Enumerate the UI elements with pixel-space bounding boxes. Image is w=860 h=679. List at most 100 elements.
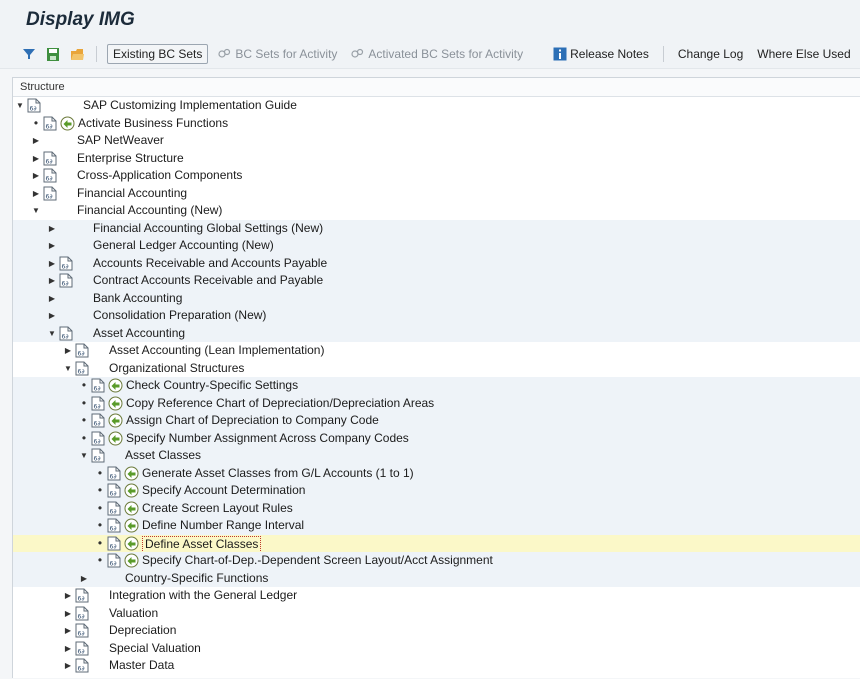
expand-arrow-icon[interactable]: ▶ [63, 657, 73, 675]
tree-row[interactable]: • 6∂ Specify Chart-of-Dep.-Dependent Scree… [13, 552, 860, 570]
activated-bc-sets-button[interactable]: Activated BC Sets for Activity [347, 47, 527, 61]
save-variant-icon[interactable] [44, 45, 62, 63]
tree-node-label[interactable]: Enterprise Structure [77, 150, 184, 168]
documentation-icon[interactable]: 6∂ [107, 553, 121, 568]
tree-row[interactable]: ▼ 6∂ Organizational Structures [13, 359, 860, 378]
expand-arrow-icon[interactable]: ▶ [79, 570, 89, 588]
documentation-icon[interactable]: 6∂ [91, 413, 105, 428]
tree-node-label[interactable]: Specify Number Assignment Across Company… [126, 430, 409, 448]
tree-node-label[interactable]: Financial Accounting Global Settings (Ne… [93, 220, 323, 238]
documentation-icon[interactable]: 6∂ [43, 116, 57, 131]
tree-row[interactable]: ▼ 6∂ Asset Classes [13, 447, 860, 465]
tree-row[interactable]: ▶ SAP NetWeaver [13, 132, 860, 150]
documentation-icon[interactable]: 6∂ [91, 431, 105, 446]
execute-activity-icon[interactable] [124, 501, 139, 516]
expand-arrow-icon[interactable]: ▶ [47, 255, 57, 273]
documentation-icon[interactable]: 6∂ [75, 606, 89, 621]
documentation-icon[interactable]: 6∂ [75, 623, 89, 638]
documentation-icon[interactable]: 6∂ [107, 501, 121, 516]
execute-activity-icon[interactable] [124, 518, 139, 533]
tree-node-label[interactable]: Cross-Application Components [77, 167, 242, 185]
tree-node-label[interactable]: Financial Accounting [77, 185, 187, 203]
tree-node-label[interactable]: SAP NetWeaver [77, 132, 164, 150]
execute-activity-icon[interactable] [60, 116, 75, 131]
expand-arrow-icon[interactable]: ▶ [31, 185, 41, 203]
tree-node-label[interactable]: Define Asset Classes [142, 535, 262, 553]
documentation-icon[interactable]: 6∂ [91, 448, 105, 463]
tree-row[interactable]: ▼ Financial Accounting (New) [13, 202, 860, 220]
expand-arrow-icon[interactable]: ▶ [63, 622, 73, 640]
collapse-arrow-icon[interactable]: ▼ [63, 360, 73, 378]
documentation-icon[interactable]: 6∂ [75, 361, 89, 376]
release-notes-button[interactable]: Release Notes [549, 47, 653, 61]
tree-row[interactable]: ▶ 6∂ Accounts Receivable and Accounts Paya… [13, 254, 860, 273]
tree-node-label[interactable]: Depreciation [109, 622, 176, 640]
tree-row[interactable]: ▶ 6∂ Integration with the General Ledger [13, 587, 860, 605]
tree-row[interactable]: ▶ General Ledger Accounting (New) [13, 237, 860, 255]
tree-row[interactable]: • 6∂ Check Country-Specific Settings [13, 377, 860, 395]
tree-node-label[interactable]: Organizational Structures [109, 360, 244, 378]
tree-node-label[interactable]: Special Valuation [109, 640, 201, 658]
tree-row[interactable]: • 6∂ Create Screen Layout Rules [13, 499, 860, 518]
documentation-icon[interactable]: 6∂ [107, 483, 121, 498]
expand-arrow-icon[interactable]: ▶ [31, 150, 41, 168]
tree-node-label[interactable]: Consolidation Preparation (New) [93, 307, 266, 325]
expand-arrow-icon[interactable]: ▶ [31, 167, 41, 185]
expand-arrow-icon[interactable]: ▶ [47, 237, 57, 255]
execute-activity-icon[interactable] [108, 396, 123, 411]
tree-row[interactable]: ▶ 6∂ Contract Accounts Receivable and Paya… [13, 272, 860, 290]
tree-node-label[interactable]: Valuation [109, 605, 158, 623]
expand-arrow-icon[interactable]: ▶ [47, 272, 57, 290]
collapse-arrow-icon[interactable]: ▼ [31, 202, 41, 220]
tree-node-label[interactable]: Accounts Receivable and Accounts Payable [93, 255, 327, 273]
tree-node-label[interactable]: Contract Accounts Receivable and Payable [93, 272, 323, 290]
documentation-icon[interactable]: 6∂ [43, 151, 57, 166]
documentation-icon[interactable]: 6∂ [75, 588, 89, 603]
documentation-icon[interactable]: 6∂ [107, 536, 121, 551]
tree-row[interactable]: ▶ 6∂ Cross-Application Components [13, 167, 860, 185]
execute-activity-icon[interactable] [124, 553, 139, 568]
execute-activity-icon[interactable] [124, 466, 139, 481]
tree-row[interactable]: ▼ 6∂ Asset Accounting [13, 324, 860, 343]
folder-icon[interactable] [68, 45, 86, 63]
where-else-used-button[interactable]: Where Else Used [753, 47, 854, 61]
tree-row[interactable]: • 6∂ Define Asset Classes [13, 534, 860, 553]
filter-icon[interactable] [20, 45, 38, 63]
tree-row[interactable]: ▶ Bank Accounting [13, 289, 860, 308]
expand-arrow-icon[interactable]: ▶ [63, 342, 73, 360]
tree-node-label[interactable]: Asset Accounting [93, 325, 185, 343]
tree-node-label[interactable]: Generate Asset Classes from G/L Accounts… [142, 465, 414, 483]
documentation-icon[interactable]: 6∂ [27, 98, 41, 113]
tree-node-label[interactable]: Create Screen Layout Rules [142, 500, 293, 518]
tree-row[interactable]: ▶ Country-Specific Functions [13, 569, 860, 588]
tree-row[interactable]: ▶ 6∂ Special Valuation [13, 639, 860, 658]
tree-row[interactable]: ▶ 6∂ Valuation [13, 604, 860, 623]
documentation-icon[interactable]: 6∂ [59, 326, 73, 341]
documentation-icon[interactable]: 6∂ [59, 273, 73, 288]
documentation-icon[interactable]: 6∂ [43, 168, 57, 183]
expand-arrow-icon[interactable]: ▶ [47, 307, 57, 325]
tree-row[interactable]: ▶ 6∂ Master Data [13, 657, 860, 675]
documentation-icon[interactable]: 6∂ [59, 256, 73, 271]
tree-node-label[interactable]: Specify Chart-of-Dep.-Dependent Screen L… [142, 552, 493, 570]
tree-node-label[interactable]: Specify Account Determination [142, 482, 305, 500]
tree-row[interactable]: • 6∂ Define Number Range Interval [13, 517, 860, 535]
collapse-arrow-icon[interactable]: ▼ [47, 325, 57, 343]
collapse-arrow-icon[interactable]: ▼ [15, 97, 25, 115]
expand-arrow-icon[interactable]: ▶ [63, 605, 73, 623]
tree-row[interactable]: ▼ 6∂ SAP Customizing Implementation Guide [13, 97, 860, 115]
documentation-icon[interactable]: 6∂ [43, 186, 57, 201]
documentation-icon[interactable]: 6∂ [107, 518, 121, 533]
tree-row[interactable]: • 6∂ Specify Account Determination [13, 482, 860, 500]
tree-row[interactable]: • 6∂ Copy Reference Chart of Depreciation/… [13, 394, 860, 412]
expand-arrow-icon[interactable]: ▶ [63, 587, 73, 605]
tree-row[interactable]: • 6∂ Assign Chart of Depreciation to Compa… [13, 412, 860, 430]
tree-node-label[interactable]: Activate Business Functions [78, 115, 228, 133]
tree-row[interactable]: ▶ 6∂ Enterprise Structure [13, 149, 860, 168]
tree-row[interactable]: • 6∂ Activate Business Functions [13, 114, 860, 133]
documentation-icon[interactable]: 6∂ [91, 378, 105, 393]
expand-arrow-icon[interactable]: ▶ [47, 290, 57, 308]
tree-node-label[interactable]: Assign Chart of Depreciation to Company … [126, 412, 379, 430]
tree-node-label[interactable]: Bank Accounting [93, 290, 182, 308]
tree-node-label[interactable]: Check Country-Specific Settings [126, 377, 298, 395]
